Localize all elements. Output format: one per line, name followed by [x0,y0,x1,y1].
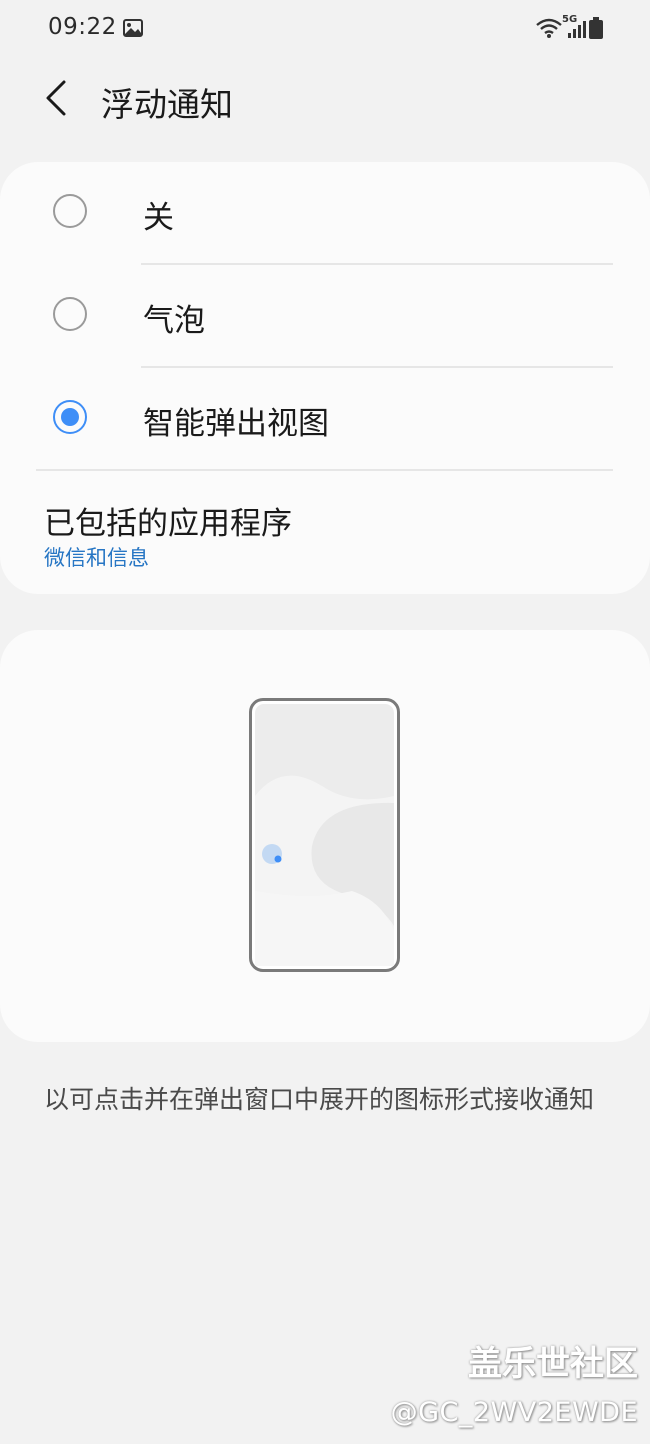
watermark-title: 盖乐世社区 [468,1344,638,1384]
included-apps-subtitle: 微信和信息 [44,546,149,570]
signal-icon [568,21,586,38]
header: 浮动通知 [0,58,650,144]
page-title: 浮动通知 [101,85,233,124]
option-off[interactable]: 关 [0,162,650,264]
option-label: 气泡 [143,303,205,339]
gallery-icon [123,19,143,37]
radio-button[interactable] [53,297,87,331]
wifi-icon [536,18,562,38]
option-label: 智能弹出视图 [143,406,329,442]
included-apps-title: 已包括的应用程序 [44,506,292,542]
smart-popup-illustration [255,704,394,966]
options-card: 关 气泡 智能弹出视图 已包括的应用程序 微信和信息 [0,162,650,594]
divider [36,469,613,471]
battery-icon [589,17,603,39]
description-text: 以可点击并在弹出窗口中展开的图标形式接收通知 [44,1085,595,1114]
included-apps-row[interactable]: 已包括的应用程序 微信和信息 [0,472,650,590]
back-button[interactable] [38,76,78,120]
option-bubble[interactable]: 气泡 [0,265,650,367]
watermark-user: @GC_2WV2EWDE [390,1397,638,1428]
radio-button[interactable] [53,194,87,228]
phone-illustration [249,698,400,972]
option-label: 关 [143,200,174,236]
watermark: 盖乐世社区 @GC_2WV2EWDE [391,1336,638,1428]
status-time: 09:22 [48,14,117,40]
radio-button-selected[interactable] [53,400,87,434]
option-smart-popup[interactable]: 智能弹出视图 [0,368,650,470]
status-bar: 09:22 5G [0,0,650,58]
preview-card [0,630,650,1042]
chevron-left-icon [46,80,66,116]
